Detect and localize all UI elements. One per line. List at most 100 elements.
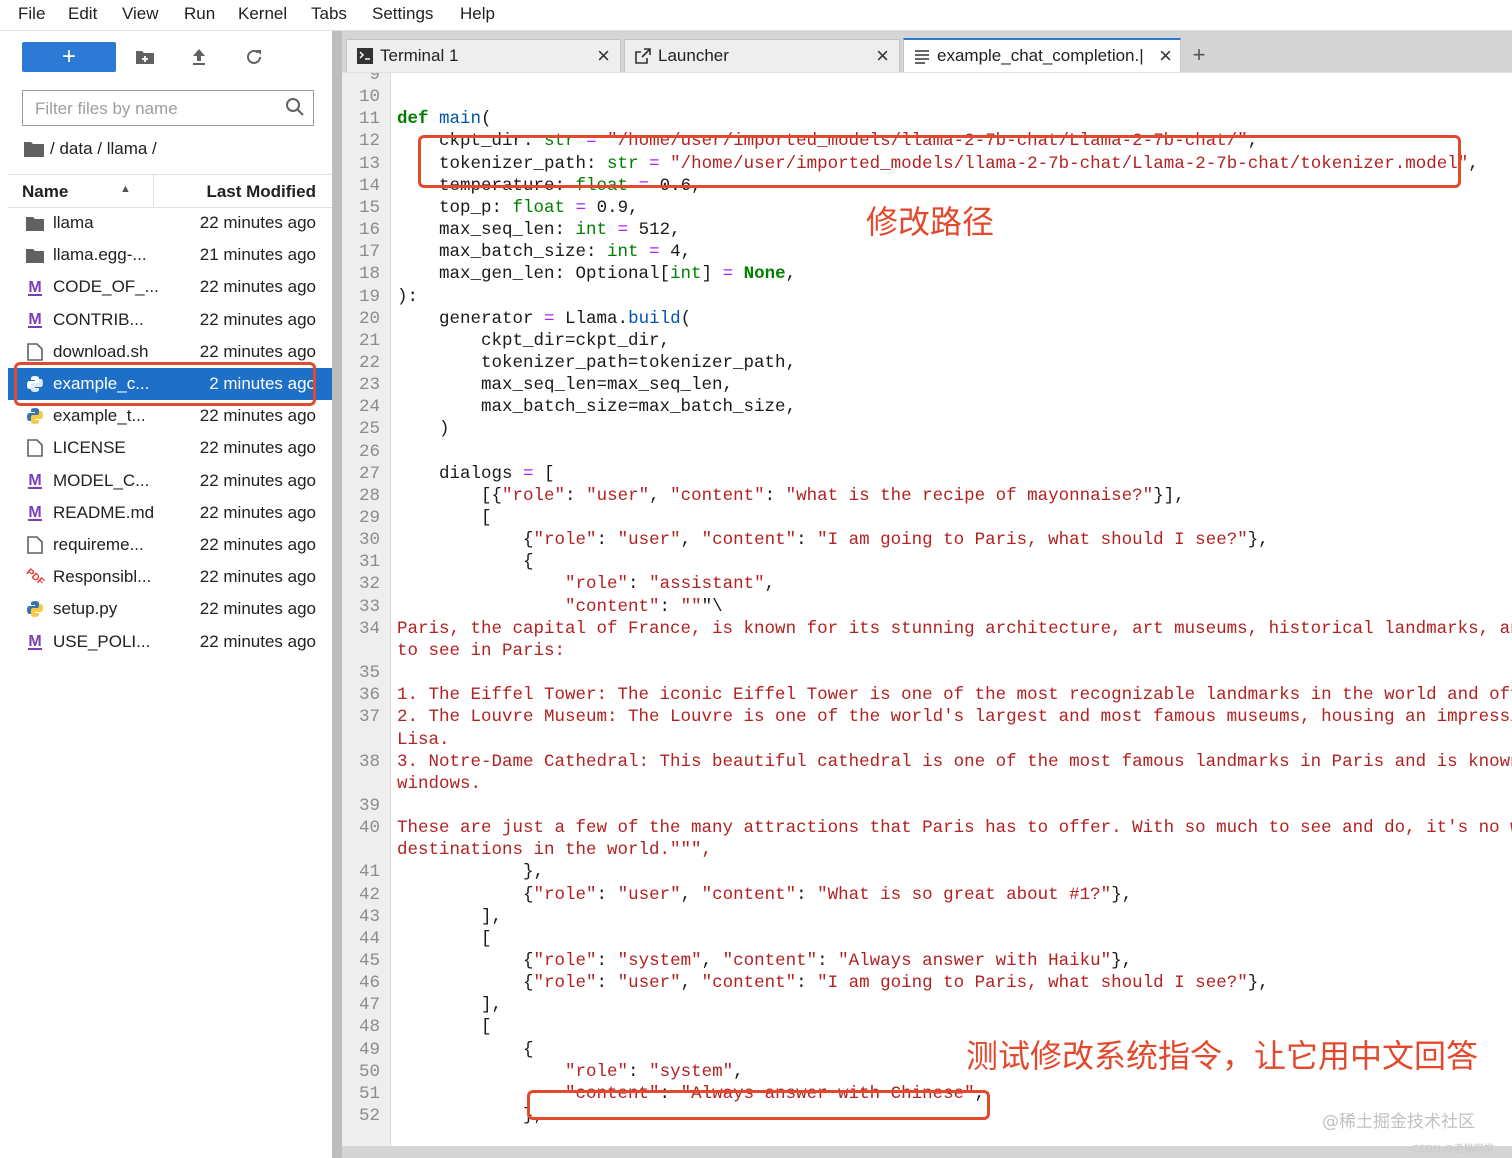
code-line[interactable]: { (397, 1040, 534, 1060)
tab-launcher[interactable]: Launcher × (624, 39, 900, 72)
code-line[interactable]: "role": "assistant", (397, 574, 775, 594)
menu-file[interactable]: File (18, 4, 45, 24)
code-line[interactable]: tokenizer_path=tokenizer_path, (397, 353, 796, 373)
line-number: 47 (358, 995, 380, 1016)
code-line[interactable]: ], (397, 907, 502, 927)
file-row[interactable]: M CONTRIB... 22 minutes ago (8, 304, 332, 336)
file-modified: 22 minutes ago (199, 309, 316, 329)
code-line[interactable]: [ (397, 508, 492, 528)
code-line[interactable]: 1. The Eiffel Tower: The iconic Eiffel T… (397, 685, 1512, 705)
file-row[interactable]: PDF Responsibl... 22 minutes ago (8, 561, 332, 593)
code-line[interactable]: }, (397, 1106, 544, 1126)
code-line[interactable]: def main( (397, 109, 492, 129)
code-line[interactable]: {"role": "user", "content": "What is so … (397, 885, 1132, 905)
breadcrumb-path[interactable]: / data / llama / (50, 139, 157, 159)
file-icon (26, 342, 44, 361)
code-line[interactable]: 3. Notre-Dame Cathedral: This beautiful … (397, 752, 1512, 772)
file-row[interactable]: download.sh 22 minutes ago (8, 336, 332, 368)
upload-icon (193, 49, 205, 65)
code-line[interactable]: dialogs = [ (397, 464, 555, 484)
code-line[interactable]: ckpt_dir: str = "/home/user/imported_mod… (397, 131, 1258, 151)
close-icon[interactable]: × (876, 43, 889, 69)
menu-run[interactable]: Run (184, 4, 215, 24)
file-row[interactable]: example_c... 2 minutes ago (8, 368, 332, 400)
filter-input[interactable] (33, 98, 277, 120)
file-row[interactable]: M CODE_OF_... 22 minutes ago (8, 271, 332, 303)
file-row[interactable]: example_t... 22 minutes ago (8, 400, 332, 432)
close-icon[interactable]: × (1159, 43, 1172, 69)
code-line[interactable]: }, (397, 862, 544, 882)
code-line[interactable]: to see in Paris: (397, 641, 565, 661)
code-line[interactable]: destinations in the world.""", (397, 840, 712, 860)
sort-ascending-icon[interactable]: ▲ (120, 183, 131, 195)
file-row[interactable]: setup.py 22 minutes ago (8, 593, 332, 625)
refresh-button[interactable] (237, 42, 271, 72)
code-line[interactable]: These are just a few of the many attract… (397, 818, 1512, 838)
code-line[interactable]: tokenizer_path: str = "/home/user/import… (397, 154, 1479, 174)
menu-tabs[interactable]: Tabs (311, 4, 347, 24)
file-row[interactable]: M README.md 22 minutes ago (8, 497, 332, 529)
file-row[interactable]: llama.egg-... 21 minutes ago (8, 239, 332, 271)
column-last-modified[interactable]: Last Modified (206, 182, 316, 202)
code-line[interactable]: generator = Llama.build( (397, 309, 691, 329)
search-icon[interactable] (285, 97, 305, 117)
code-line[interactable]: "content": """\ (397, 597, 723, 617)
line-number: 39 (358, 795, 380, 816)
sidebar-splitter[interactable] (332, 31, 342, 1158)
menu-edit[interactable]: Edit (68, 4, 97, 24)
file-row[interactable]: llama 22 minutes ago (8, 207, 332, 239)
new-folder-icon (136, 51, 154, 64)
menu-view[interactable]: View (122, 4, 159, 24)
new-launcher-button[interactable]: + (22, 42, 116, 72)
column-name[interactable]: Name (22, 182, 68, 202)
file-row[interactable]: requireme... 22 minutes ago (8, 529, 332, 561)
new-folder-button[interactable] (128, 42, 162, 72)
upload-button[interactable] (182, 42, 216, 72)
code-line[interactable]: Lisa. (397, 730, 450, 750)
tab-terminal[interactable]: Terminal 1 × (346, 39, 621, 72)
file-name: llama.egg-... (53, 245, 147, 265)
code-line[interactable]: {"role": "user", "content": "I am going … (397, 973, 1269, 993)
folder-icon (26, 246, 44, 264)
menu-help[interactable]: Help (460, 4, 495, 24)
code-line[interactable]: ckpt_dir=ckpt_dir, (397, 331, 670, 351)
code-line[interactable]: {"role": "user", "content": "I am going … (397, 530, 1269, 550)
code-line[interactable]: max_gen_len: Optional[int] = None, (397, 264, 796, 284)
file-row[interactable]: M USE_POLI... 22 minutes ago (8, 626, 332, 658)
code-line[interactable]: [{"role": "user", "content": "what is th… (397, 486, 1185, 506)
code-line[interactable]: max_batch_size: int = 4, (397, 242, 691, 262)
line-number: 50 (358, 1061, 380, 1082)
file-row[interactable]: LICENSE 22 minutes ago (8, 432, 332, 464)
code-line[interactable]: [ (397, 1017, 492, 1037)
code-line[interactable]: ], (397, 995, 502, 1015)
code-line[interactable]: Paris, the capital of France, is known f… (397, 619, 1512, 639)
tab-bar: Terminal 1 × Launcher × example_chat_com… (342, 31, 1512, 73)
file-row[interactable]: M MODEL_C... 22 minutes ago (8, 465, 332, 497)
line-number: 45 (358, 951, 380, 971)
code-line[interactable]: {"role": "system", "content": "Always an… (397, 951, 1132, 971)
tab-example-chat-completion[interactable]: example_chat_completion.| × (903, 38, 1181, 73)
file-modified: 22 minutes ago (199, 567, 316, 587)
line-number: 43 (358, 906, 380, 927)
code-line[interactable]: temperature: float = 0.6, (397, 176, 702, 196)
menu-settings[interactable]: Settings (372, 4, 433, 24)
code-line[interactable]: windows. (397, 774, 481, 794)
column-divider[interactable] (153, 175, 154, 207)
close-icon[interactable]: × (597, 43, 610, 69)
code-line[interactable]: max_seq_len=max_seq_len, (397, 375, 733, 395)
code-line[interactable]: max_seq_len: int = 512, (397, 220, 681, 240)
code-line[interactable]: [ (397, 929, 492, 949)
code-line[interactable]: ) (397, 419, 450, 439)
code-line[interactable]: "role": "system", (397, 1062, 744, 1082)
line-number: 27 (358, 463, 380, 484)
folder-icon[interactable] (24, 141, 44, 157)
code-line[interactable]: max_batch_size=max_batch_size, (397, 397, 796, 417)
code-line[interactable]: "content": "Always answer with Chinese", (397, 1084, 985, 1104)
line-number: 38 (358, 751, 380, 772)
new-tab-button[interactable]: + (1184, 40, 1214, 72)
code-line[interactable]: { (397, 552, 534, 572)
code-line[interactable]: ): (397, 287, 418, 307)
code-line[interactable]: 2. The Louvre Museum: The Louvre is one … (397, 707, 1512, 727)
menu-kernel[interactable]: Kernel (238, 4, 287, 24)
code-line[interactable]: top_p: float = 0.9, (397, 198, 639, 218)
